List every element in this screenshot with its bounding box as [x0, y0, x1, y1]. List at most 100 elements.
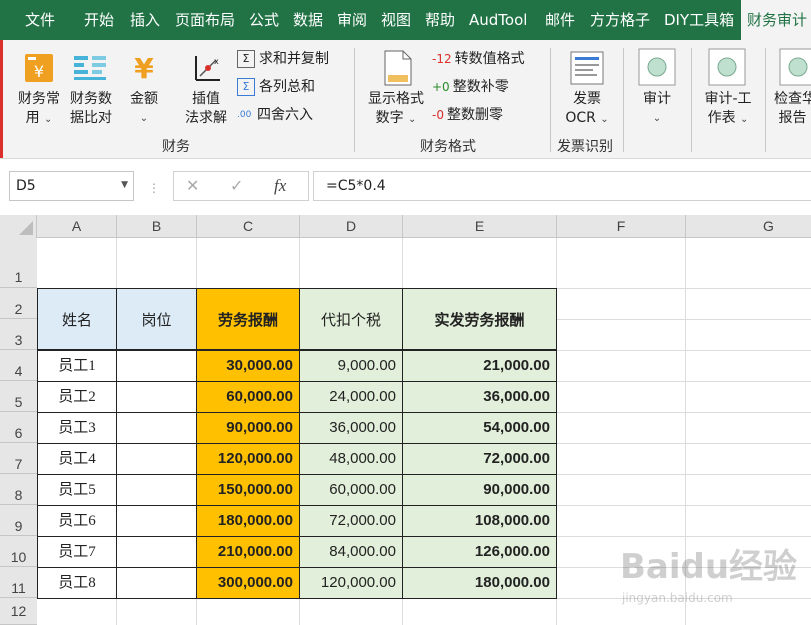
cell-labor-pay[interactable]: 300,000.00	[196, 567, 300, 599]
select-all-corner[interactable]	[0, 215, 37, 238]
cell-tax[interactable]: 36,000.00	[299, 412, 403, 444]
cell-net-pay[interactable]: 90,000.00	[402, 474, 557, 506]
cell-labor-pay[interactable]: 210,000.00	[196, 536, 300, 568]
row-header-11[interactable]: 11	[0, 567, 37, 598]
header-cell-labor-pay[interactable]: 劳务报酬	[196, 288, 300, 350]
row-header-4[interactable]: 4	[0, 350, 37, 381]
to-value-format-button[interactable]: -12 转数值格式	[432, 48, 525, 70]
sum-copy-button[interactable]: Σ 求和并复制	[237, 48, 329, 70]
tab-data[interactable]: 数据	[293, 0, 323, 40]
cell-name[interactable]: 员工1	[37, 350, 117, 382]
tab-home[interactable]: 开始	[84, 0, 114, 40]
confirm-check-icon[interactable]: ✓	[230, 176, 243, 195]
delete-zero-button[interactable]: -0 整数删零	[432, 104, 503, 126]
cell-net-pay[interactable]: 180,000.00	[402, 567, 557, 599]
pad-zero-button[interactable]: +0 整数补零	[432, 76, 509, 98]
cell-position[interactable]	[116, 350, 197, 382]
tab-page-layout[interactable]: 页面布局	[175, 0, 235, 40]
display-format-button[interactable]: 显示格式 数字 ⌄	[364, 90, 428, 129]
cell-position[interactable]	[116, 381, 197, 413]
cell-position[interactable]	[116, 505, 197, 537]
dropdown-arrow-icon[interactable]: ▼	[121, 180, 128, 190]
cell-labor-pay[interactable]: 180,000.00	[196, 505, 300, 537]
tab-finance-audit[interactable]: 财务审计	[741, 0, 811, 40]
insert-function-icon[interactable]: fx	[274, 176, 286, 196]
cell-net-pay[interactable]: 108,000.00	[402, 505, 557, 537]
cell-tax[interactable]: 60,000.00	[299, 474, 403, 506]
header-cell-position[interactable]: 岗位	[116, 288, 197, 350]
tab-audtool[interactable]: AudTool	[469, 0, 527, 40]
column-header-a[interactable]: A	[37, 215, 117, 238]
formula-bar-resize-handle[interactable]: ⋮	[148, 181, 160, 195]
cell-tax[interactable]: 9,000.00	[299, 350, 403, 382]
audit-paper-button[interactable]: 审计-工 作表 ⌄	[699, 90, 757, 129]
row-header-1[interactable]: 1	[0, 238, 37, 288]
cell-name[interactable]: 员工6	[37, 505, 117, 537]
cell-position[interactable]	[116, 536, 197, 568]
cell-name[interactable]: 员工3	[37, 412, 117, 444]
column-header-d[interactable]: D	[300, 215, 403, 238]
finance-common-button[interactable]: 财务常 用 ⌄	[14, 90, 64, 129]
column-header-g[interactable]: G	[686, 215, 811, 238]
tab-help[interactable]: 帮助	[425, 0, 455, 40]
row-header-9[interactable]: 9	[0, 505, 37, 536]
tab-review[interactable]: 审阅	[337, 0, 367, 40]
cell-labor-pay[interactable]: 30,000.00	[196, 350, 300, 382]
column-header-c[interactable]: C	[197, 215, 300, 238]
cell-tax[interactable]: 72,000.00	[299, 505, 403, 537]
tab-insert[interactable]: 插入	[130, 0, 160, 40]
row-header-5[interactable]: 5	[0, 381, 37, 412]
cell-tax[interactable]: 84,000.00	[299, 536, 403, 568]
header-cell-tax[interactable]: 代扣个税	[299, 288, 403, 350]
cell-labor-pay[interactable]: 90,000.00	[196, 412, 300, 444]
cell-name[interactable]: 员工7	[37, 536, 117, 568]
interpolation-button[interactable]: 插值 法求解	[180, 90, 232, 128]
cell-tax[interactable]: 120,000.00	[299, 567, 403, 599]
header-cell-name[interactable]: 姓名	[37, 288, 117, 350]
tab-mail[interactable]: 邮件	[545, 0, 575, 40]
column-sum-button[interactable]: Σ 各列总和	[237, 76, 315, 98]
cell-net-pay[interactable]: 126,000.00	[402, 536, 557, 568]
tab-diy-toolbox[interactable]: DIY工具箱	[664, 0, 734, 40]
row-header-10[interactable]: 10	[0, 536, 37, 567]
cell-position[interactable]	[116, 412, 197, 444]
row-header-2[interactable]: 2	[0, 288, 37, 319]
column-header-e[interactable]: E	[403, 215, 557, 238]
cancel-icon[interactable]: ✕	[186, 176, 199, 195]
row-header-8[interactable]: 8	[0, 474, 37, 505]
round-button[interactable]: .00 四舍六入	[237, 104, 313, 126]
row-header-6[interactable]: 6	[0, 412, 37, 443]
column-header-f[interactable]: F	[557, 215, 686, 238]
formula-input[interactable]: =C5*0.4	[313, 171, 811, 201]
cell-tax[interactable]: 48,000.00	[299, 443, 403, 475]
cell-position[interactable]	[116, 443, 197, 475]
cell-position[interactable]	[116, 474, 197, 506]
name-box[interactable]: D5 ▼	[9, 171, 134, 201]
cell-labor-pay[interactable]: 120,000.00	[196, 443, 300, 475]
cell-tax[interactable]: 24,000.00	[299, 381, 403, 413]
tab-fangfang[interactable]: 方方格子	[590, 0, 650, 40]
tab-file[interactable]: 文件	[25, 0, 55, 40]
cell-net-pay[interactable]: 36,000.00	[402, 381, 557, 413]
cell-position[interactable]	[116, 567, 197, 599]
row-header-3[interactable]: 3	[0, 319, 37, 350]
column-header-b[interactable]: B	[117, 215, 197, 238]
cell-net-pay[interactable]: 54,000.00	[402, 412, 557, 444]
cell-name[interactable]: 员工5	[37, 474, 117, 506]
audit-button[interactable]: 审计 ⌄	[634, 90, 680, 128]
cell-name[interactable]: 员工4	[37, 443, 117, 475]
finance-compare-button[interactable]: 财务数 据比对	[64, 90, 118, 128]
invoice-ocr-button[interactable]: 发票 OCR ⌄	[560, 90, 614, 129]
tab-view[interactable]: 视图	[381, 0, 411, 40]
header-cell-net-pay[interactable]: 实发劳务报酬	[402, 288, 557, 350]
check-report-button[interactable]: 检查华 报告	[774, 90, 811, 128]
amount-button[interactable]: 金额 ⌄	[122, 90, 166, 128]
cell-name[interactable]: 员工8	[37, 567, 117, 599]
row-header-7[interactable]: 7	[0, 443, 37, 474]
row-header-12[interactable]: 12	[0, 598, 37, 625]
cell-name[interactable]: 员工2	[37, 381, 117, 413]
cell-labor-pay[interactable]: 150,000.00	[196, 474, 300, 506]
tab-formulas[interactable]: 公式	[249, 0, 279, 40]
cell-net-pay[interactable]: 21,000.00	[402, 350, 557, 382]
cell-labor-pay[interactable]: 60,000.00	[196, 381, 300, 413]
